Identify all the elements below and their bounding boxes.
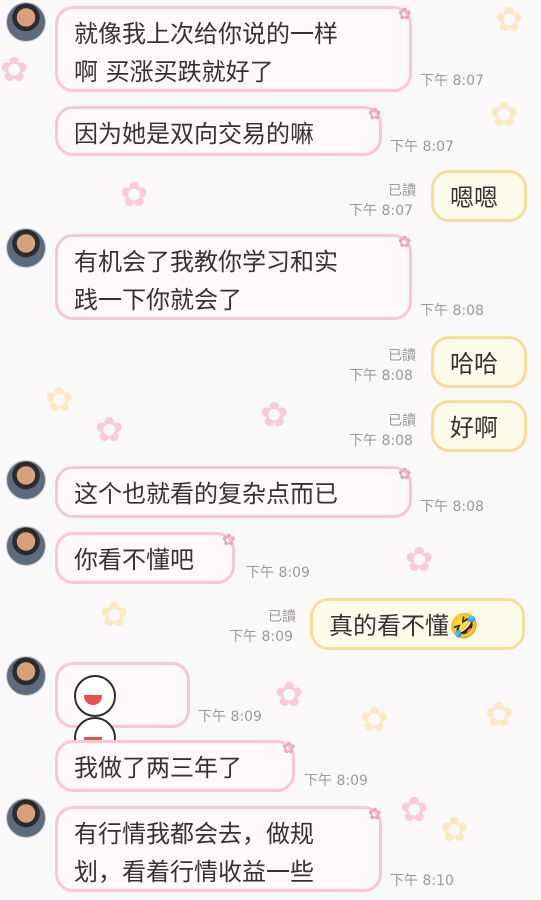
message-time: 下午 8:09 <box>229 629 293 645</box>
read-receipt: 已讀 <box>388 183 416 199</box>
message-time: 下午 8:08 <box>420 303 484 319</box>
message-time: 下午 8:09 <box>198 709 262 725</box>
chat-bubble-incoming[interactable]: 有行情我都会去，做规 划，看着行情收益一些 <box>55 806 382 892</box>
chat-bubble-incoming[interactable]: 就像我上次给你说的一样 啊 买涨买跌就好了 <box>55 6 412 92</box>
flower-decoration: ✿ <box>100 595 129 635</box>
flower-decoration: ✿ <box>260 395 289 435</box>
chat-bubble-incoming[interactable]: 因为她是双向交易的嘛 <box>55 106 382 156</box>
flower-decoration: ✿ <box>485 695 514 735</box>
flower-corner-icon: ✿ <box>368 804 382 823</box>
flower-decoration: ✿ <box>45 380 74 420</box>
flower-decoration: ✿ <box>275 675 304 715</box>
chat-bubble-outgoing[interactable]: 嗯嗯 <box>431 170 527 222</box>
chat-bubble-emoji[interactable] <box>55 662 190 759</box>
chat-bubble-outgoing[interactable]: 好啊 <box>431 400 527 452</box>
flower-decoration: ✿ <box>400 790 429 830</box>
avatar[interactable] <box>6 656 46 696</box>
laughing-face-icon <box>74 675 116 717</box>
read-receipt: 已讀 <box>388 413 416 429</box>
avatar[interactable] <box>6 798 46 838</box>
flower-decoration: ✿ <box>360 700 389 740</box>
flower-corner-icon: ✿ <box>222 530 236 549</box>
flower-corner-icon: ✿ <box>398 4 412 23</box>
read-receipt: 已讀 <box>268 609 296 625</box>
flower-corner-icon: ✿ <box>398 232 412 251</box>
flower-decoration: ✿ <box>405 540 434 580</box>
chat-bubble-incoming[interactable]: 我做了两三年了 <box>55 740 295 792</box>
chat-bubble-incoming[interactable]: 你看不懂吧 <box>55 532 235 584</box>
flower-decoration: ✿ <box>0 50 29 90</box>
message-time: 下午 8:09 <box>246 565 310 581</box>
flower-decoration: ✿ <box>120 175 149 215</box>
flower-corner-icon: ✿ <box>398 464 412 483</box>
avatar[interactable] <box>6 526 46 566</box>
flower-decoration: ✿ <box>495 0 524 40</box>
chat-bubble-outgoing[interactable]: 真的看不懂🤣 <box>310 598 525 650</box>
chat-bubble-outgoing[interactable]: 哈哈 <box>431 336 527 388</box>
message-time: 下午 8:07 <box>349 203 413 219</box>
read-receipt: 已讀 <box>388 348 416 364</box>
flower-decoration: ✿ <box>95 410 124 450</box>
message-time: 下午 8:08 <box>349 368 413 384</box>
message-time: 下午 8:07 <box>420 73 484 89</box>
chat-bubble-incoming[interactable]: 这个也就看的复杂点而已 <box>55 466 412 518</box>
avatar[interactable] <box>6 228 46 268</box>
message-time: 下午 8:08 <box>420 499 484 515</box>
avatar[interactable] <box>6 460 46 500</box>
message-time: 下午 8:07 <box>390 139 454 155</box>
flower-decoration: ✿ <box>440 810 469 850</box>
message-time: 下午 8:08 <box>349 433 413 449</box>
message-time: 下午 8:10 <box>390 873 454 889</box>
flower-decoration: ✿ <box>490 95 519 135</box>
flower-corner-icon: ✿ <box>368 104 382 123</box>
chat-bubble-incoming[interactable]: 有机会了我教你学习和实 践一下你就会了 <box>55 234 412 320</box>
avatar[interactable] <box>6 2 46 42</box>
flower-corner-icon: ✿ <box>282 738 296 757</box>
message-time: 下午 8:09 <box>304 773 368 789</box>
